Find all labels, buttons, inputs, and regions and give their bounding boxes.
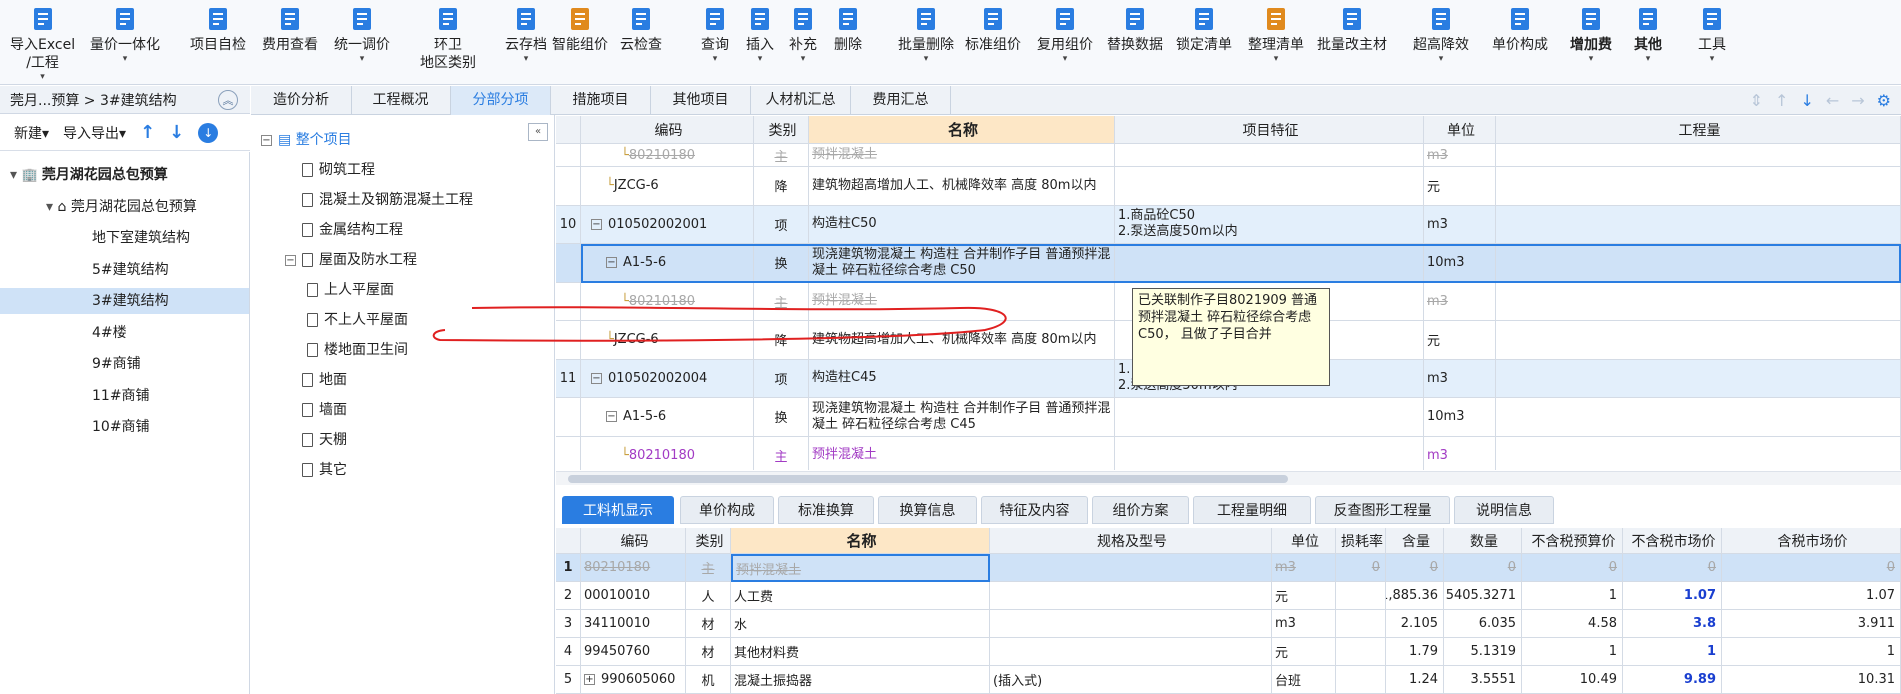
detail-tab-5[interactable]: 组价方案: [1092, 496, 1189, 524]
detail-tabs: 工料机显示 单价构成 标准换算 换算信息 特征及内容 组价方案 工程量明细 反查图形工程量 说明…: [556, 494, 1901, 526]
qty-cell: 3.5551: [1444, 666, 1522, 694]
resource-grid: 编码 类别 名称 规格及型号 单位 损耗率 含量 数量 不含税预算价 不含税市场价 含税市场价 1 80…: [556, 528, 1901, 694]
name-cell[interactable]: 人工费: [731, 582, 990, 610]
name-cell[interactable]: 预拌混凝土: [731, 554, 990, 582]
horizontal-scrollbar[interactable]: [556, 471, 1901, 485]
market-cell: 0: [1623, 554, 1722, 582]
qty-cell: 5.1319: [1444, 638, 1522, 666]
detail-tab-6[interactable]: 工程量明细: [1193, 496, 1311, 524]
loss-cell: [1336, 638, 1386, 666]
column-header: 数量: [1444, 528, 1522, 554]
loss-cell: [1336, 582, 1386, 610]
column-header: 不含税预算价: [1522, 528, 1623, 554]
code-text: 990605060: [601, 672, 676, 687]
market-cell: 1.07: [1623, 582, 1722, 610]
column-header: 单位: [1272, 528, 1336, 554]
column-header: 含量: [1386, 528, 1444, 554]
budget-cell: 1: [1522, 638, 1623, 666]
spec-cell: [990, 582, 1272, 610]
budget-cell: 1: [1522, 582, 1623, 610]
market-cell: 3.8: [1623, 610, 1722, 638]
code-cell: 34110010: [581, 610, 686, 638]
content-cell: 1.24: [1386, 666, 1444, 694]
expand-box-icon[interactable]: +: [584, 674, 595, 685]
column-header: 含税市场价: [1722, 528, 1901, 554]
budget-cell: 10.49: [1522, 666, 1623, 694]
unit-cell: 元: [1272, 582, 1336, 610]
detail-tab-3[interactable]: 换算信息: [878, 496, 977, 524]
column-header: 名称: [731, 528, 990, 554]
code-cell[interactable]: +990605060: [581, 666, 686, 694]
detail-tab-4[interactable]: 特征及内容: [981, 496, 1088, 524]
spec-cell: [990, 638, 1272, 666]
qty-cell: 5405.3271: [1444, 582, 1522, 610]
tax-cell: 0: [1722, 554, 1901, 582]
unit-cell: m3: [1272, 610, 1336, 638]
column-header: 损耗率: [1336, 528, 1386, 554]
row-index: 1: [556, 554, 581, 582]
unit-cell: 台班: [1272, 666, 1336, 694]
content-cell: 2.105: [1386, 610, 1444, 638]
loss-cell: [1336, 666, 1386, 694]
column-header: 编码: [581, 528, 686, 554]
qty-cell: 0: [1444, 554, 1522, 582]
column-header: 类别: [686, 528, 731, 554]
qty-cell: 6.035: [1444, 610, 1522, 638]
row-index: 5: [556, 666, 581, 694]
loss-cell: 0: [1336, 554, 1386, 582]
column-header: 规格及型号: [990, 528, 1272, 554]
row-index: 2: [556, 582, 581, 610]
loss-cell: [1336, 610, 1386, 638]
tax-cell: 1: [1722, 638, 1901, 666]
code-cell: 80210180: [581, 554, 686, 582]
detail-tab-8[interactable]: 说明信息: [1454, 496, 1554, 524]
spec-cell: [990, 610, 1272, 638]
name-cell[interactable]: 水: [731, 610, 990, 638]
detail-tab-2[interactable]: 标准换算: [778, 496, 874, 524]
column-header: 不含税市场价: [1623, 528, 1722, 554]
row-index: 3: [556, 610, 581, 638]
type-cell: 机: [686, 666, 731, 694]
market-cell: 1: [1623, 638, 1722, 666]
detail-tab-7[interactable]: 反查图形工程量: [1315, 496, 1450, 524]
content-cell: 1.79: [1386, 638, 1444, 666]
tooltip: 已关联制作子目8021909 普通预拌混凝土 碎石粒径综合考虑 C50， 且做了…: [1132, 288, 1330, 386]
unit-cell: 元: [1272, 638, 1336, 666]
scrollbar-thumb[interactable]: [568, 475, 1288, 483]
header-index: [556, 528, 581, 554]
unit-cell: m3: [1272, 554, 1336, 582]
row-index: 4: [556, 638, 581, 666]
market-cell: 9.89: [1623, 666, 1722, 694]
tax-cell: 10.31: [1722, 666, 1901, 694]
code-cell: 99450760: [581, 638, 686, 666]
detail-tab-1[interactable]: 单价构成: [680, 496, 774, 524]
name-cell[interactable]: 混凝土振捣器: [731, 666, 990, 694]
type-cell: 人: [686, 582, 731, 610]
budget-cell: 4.58: [1522, 610, 1623, 638]
detail-tab-0[interactable]: 工料机显示: [562, 496, 674, 524]
budget-cell: 0: [1522, 554, 1623, 582]
spec-cell: [990, 554, 1272, 582]
content-cell: 0: [1386, 554, 1444, 582]
tax-cell: 3.911: [1722, 610, 1901, 638]
spec-cell: (插入式): [990, 666, 1272, 694]
type-cell: 主: [686, 554, 731, 582]
tax-cell: 1.07: [1722, 582, 1901, 610]
type-cell: 材: [686, 610, 731, 638]
code-cell: 00010010: [581, 582, 686, 610]
name-cell[interactable]: 其他材料费: [731, 638, 990, 666]
type-cell: 材: [686, 638, 731, 666]
content-cell: 1,885.36: [1386, 582, 1444, 610]
